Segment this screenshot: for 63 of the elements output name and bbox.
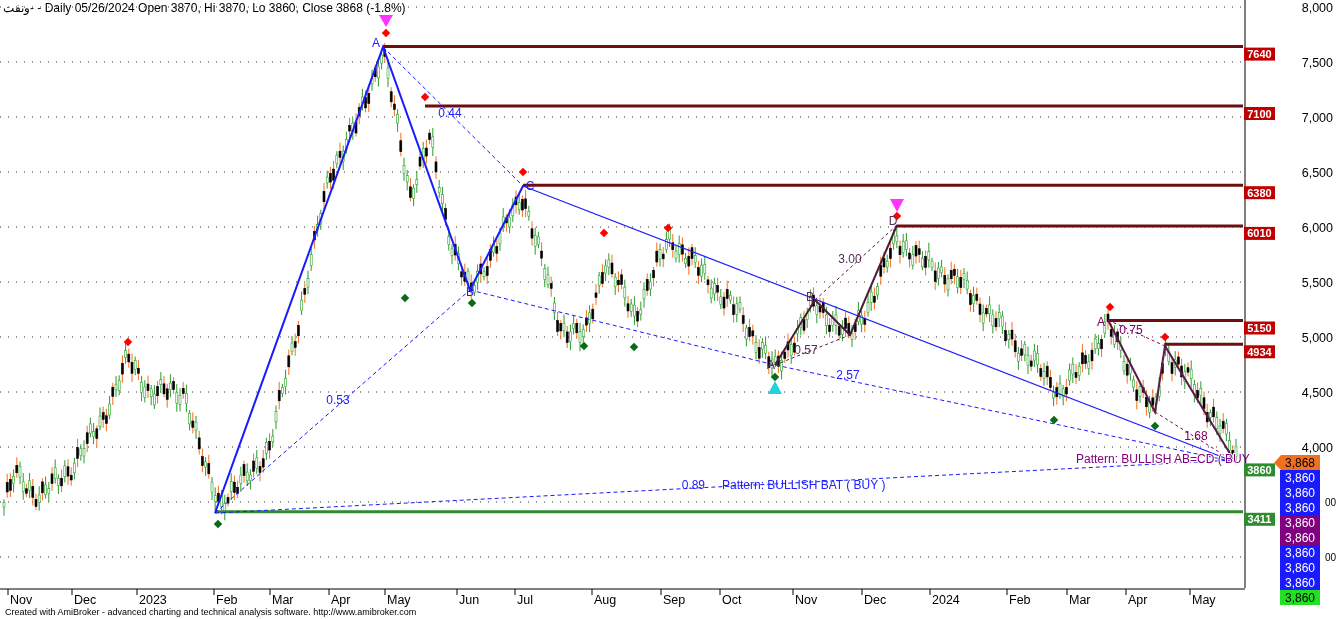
pattern-label: D — [888, 214, 898, 228]
chart-title: ونفت- - Daily 05/26/2024 Open 3870, Hi 3870, Lo 3860, Close 3868 (-1.8%) — [3, 1, 406, 15]
price-tag: 3,860 — [1280, 500, 1320, 515]
price-tag: 3,860 — [1280, 530, 1320, 545]
y-axis-label: 6,500 — [1301, 166, 1333, 180]
pattern-label: Pattern: BULLISH AB=CD ( BUY — [1076, 452, 1250, 466]
y-axis-label: 6,000 — [1301, 221, 1333, 235]
x-axis-label: Apr — [1128, 593, 1148, 607]
level-tag: 3860 — [1244, 463, 1275, 477]
x-axis-label: May — [1192, 593, 1216, 607]
x-axis-label: Dec — [864, 593, 887, 607]
pattern-label: 0.89 — [681, 478, 705, 492]
sell-triangle-icon — [379, 15, 393, 27]
x-axis-label: Jul — [517, 593, 533, 607]
y-axis-label: 5,500 — [1301, 276, 1333, 290]
price-tag: 3,860 — [1280, 485, 1320, 500]
price-tag: 3,860 — [1280, 515, 1320, 530]
price-tag: 3,860 — [1280, 575, 1320, 590]
level-tag: 4934 — [1244, 345, 1275, 359]
y-axis-label: 8,000 — [1301, 1, 1333, 15]
sell-triangle-icon — [890, 199, 904, 212]
x-axis-label: Jun — [459, 593, 480, 607]
price-tag: 3,860 — [1280, 470, 1320, 485]
y-axis-label: 5,000 — [1301, 331, 1333, 345]
pattern-label: Pattern: BULLISH BAT ( BUY ) — [722, 478, 886, 492]
x-axis-label: Dec — [74, 593, 97, 607]
x-axis-label: Oct — [722, 593, 742, 607]
x-axis-label: Mar — [1069, 593, 1091, 607]
x-axis-label: May — [387, 593, 411, 607]
x-axis-label: Mar — [272, 593, 294, 607]
buy-triangle-icon — [768, 381, 782, 394]
pattern-label: C — [525, 179, 535, 193]
x-axis-label: Feb — [1009, 593, 1031, 607]
x-axis-label: Nov — [795, 593, 818, 607]
y-axis-label: 00 — [1324, 497, 1336, 508]
x-axis-label: 2024 — [932, 593, 960, 607]
pattern-label: A — [767, 358, 775, 372]
price-tag: 3,860 — [1280, 590, 1320, 605]
pattern-label: 2.57 — [836, 368, 860, 382]
pattern-label: A — [372, 36, 380, 50]
pattern-label: B — [806, 290, 814, 304]
x-axis-label: Nov — [10, 593, 33, 607]
x-axis-label: Feb — [216, 593, 238, 607]
y-axis-label: 7,500 — [1301, 56, 1333, 70]
level-tag: 6380 — [1244, 186, 1275, 200]
y-axis-label: 4,500 — [1301, 386, 1333, 400]
x-axis-label: Sep — [663, 593, 686, 607]
price-tag: 3,860 — [1280, 560, 1320, 575]
pattern-label: A — [1097, 315, 1105, 329]
pattern-label: 0.44 — [438, 106, 462, 120]
price-tag: 3,860 — [1280, 545, 1320, 560]
level-tag: 7100 — [1244, 107, 1275, 120]
footer-credit: Created with AmiBroker - advanced charting and technical analysis software. http://www.amibroker.com — [5, 607, 417, 617]
y-axis-label: 4,000 — [1301, 441, 1333, 455]
pattern-label: 0.53 — [326, 393, 350, 407]
pattern-label: 3.00 — [838, 252, 862, 266]
pattern-label: 0.75 — [1119, 323, 1143, 337]
x-axis-label: Apr — [331, 593, 351, 607]
x-axis-label: 2023 — [139, 593, 167, 607]
y-axis-label: 7,000 — [1301, 111, 1333, 125]
y-axis-label: 00 — [1324, 552, 1336, 563]
x-axis-label: Aug — [594, 593, 617, 607]
pattern-label: 1.68 — [1184, 429, 1208, 443]
